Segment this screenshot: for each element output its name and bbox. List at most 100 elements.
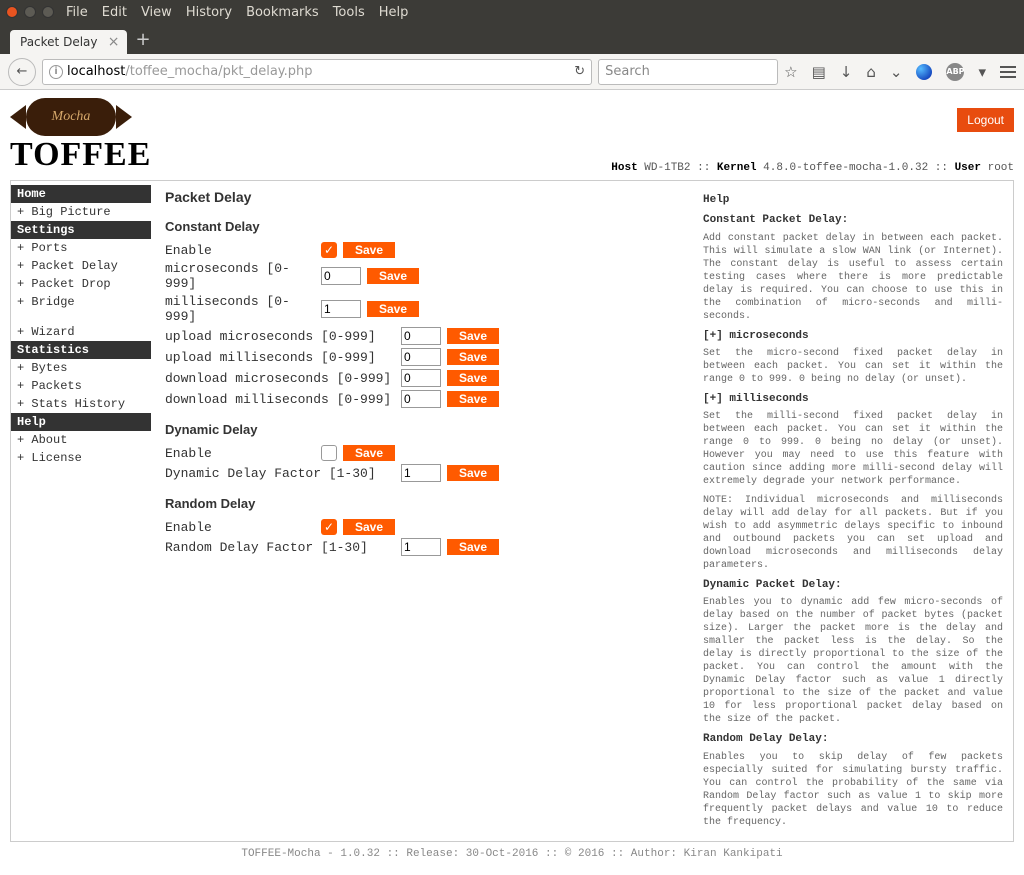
tab-title: Packet Delay: [20, 35, 97, 49]
navbar: ← i localhost/toffee_mocha/pkt_delay.php…: [0, 54, 1024, 90]
dn-milli-save[interactable]: Save: [447, 391, 499, 407]
random-enable-checkbox[interactable]: ✓: [321, 519, 337, 535]
downloads-icon[interactable]: ↓: [840, 63, 853, 81]
hamburger-menu-icon[interactable]: [1000, 66, 1016, 78]
dynamic-enable-label: Enable: [165, 446, 315, 461]
up-milli-label: upload milliseconds [0-999]: [165, 350, 395, 365]
menubar: File Edit View History Bookmarks Tools H…: [66, 5, 408, 20]
help-p6: Enables you to skip delay of few packets…: [703, 751, 1003, 829]
window-minimize-button[interactable]: [24, 6, 36, 18]
menu-file[interactable]: File: [66, 5, 88, 20]
milli-label: milliseconds [0-999]: [165, 294, 315, 324]
help-h1: Constant Packet Delay:: [703, 213, 1003, 227]
menu-bookmarks[interactable]: Bookmarks: [246, 5, 319, 20]
window-maximize-button[interactable]: [42, 6, 54, 18]
dynamic-delay-heading: Dynamic Delay: [165, 422, 679, 437]
page-title: Packet Delay: [165, 189, 679, 205]
micro-save[interactable]: Save: [367, 268, 419, 284]
milli-input[interactable]: [321, 300, 361, 318]
back-button[interactable]: ←: [8, 58, 36, 86]
url-text: localhost/toffee_mocha/pkt_delay.php: [67, 64, 313, 79]
random-enable-save[interactable]: Save: [343, 519, 395, 535]
browser-tab[interactable]: Packet Delay ×: [10, 30, 127, 54]
pocket-icon[interactable]: ⌄: [890, 63, 903, 81]
globe-icon[interactable]: [916, 64, 932, 80]
tabbar: Packet Delay × +: [0, 24, 1024, 54]
sidebar-item-packet-drop[interactable]: + Packet Drop: [11, 275, 151, 293]
dynamic-factor-input[interactable]: [401, 464, 441, 482]
sidebar-item-packets[interactable]: + Packets: [11, 377, 151, 395]
up-milli-save[interactable]: Save: [447, 349, 499, 365]
sidebar-item-stats-history[interactable]: + Stats History: [11, 395, 151, 413]
menu-help[interactable]: Help: [379, 5, 409, 20]
logout-button[interactable]: Logout: [957, 108, 1014, 132]
milli-save[interactable]: Save: [367, 301, 419, 317]
sidebar-item-wizard[interactable]: + Wizard: [11, 323, 151, 341]
micro-input[interactable]: [321, 267, 361, 285]
window-close-button[interactable]: [6, 6, 18, 18]
random-enable-label: Enable: [165, 520, 315, 535]
dn-milli-label: download milliseconds [0-999]: [165, 392, 395, 407]
window-titlebar: File Edit View History Bookmarks Tools H…: [0, 0, 1024, 24]
constant-delay-heading: Constant Delay: [165, 219, 679, 234]
sidebar-item-ports[interactable]: + Ports: [11, 239, 151, 257]
home-icon[interactable]: ⌂: [866, 63, 876, 81]
sidebar-head-help: Help: [11, 413, 151, 431]
random-delay-heading: Random Delay: [165, 496, 679, 511]
help-p5: Enables you to dynamic add few micro-sec…: [703, 596, 1003, 726]
menu-tools[interactable]: Tools: [333, 5, 365, 20]
random-factor-save[interactable]: Save: [447, 539, 499, 555]
dynamic-enable-checkbox[interactable]: ✓: [321, 445, 337, 461]
sidebar-item-bytes[interactable]: + Bytes: [11, 359, 151, 377]
up-milli-input[interactable]: [401, 348, 441, 366]
sidebar-item-packet-delay[interactable]: + Packet Delay: [11, 257, 151, 275]
footer: TOFFEE-Mocha - 1.0.32 :: Release: 30-Oct…: [10, 842, 1014, 866]
abp-icon[interactable]: ABP: [946, 63, 964, 81]
dn-micro-save[interactable]: Save: [447, 370, 499, 386]
up-micro-input[interactable]: [401, 327, 441, 345]
new-tab-button[interactable]: +: [135, 29, 150, 50]
sidebar-head-home[interactable]: Home: [11, 185, 151, 203]
up-micro-label: upload microseconds [0-999]: [165, 329, 395, 344]
random-factor-input[interactable]: [401, 538, 441, 556]
help-p3: Set the milli-second fixed packet delay …: [703, 410, 1003, 488]
menu-view[interactable]: View: [141, 5, 172, 20]
sidebar: Home + Big Picture Settings + Ports + Pa…: [11, 181, 151, 841]
help-h6: Random Delay Delay:: [703, 732, 1003, 746]
dn-milli-input[interactable]: [401, 390, 441, 408]
help-h3: [+] milliseconds: [703, 392, 1003, 406]
library-icon[interactable]: ▤: [812, 63, 826, 81]
reload-icon[interactable]: ↻: [574, 64, 585, 79]
sidebar-item-big-picture[interactable]: + Big Picture: [11, 203, 151, 221]
dn-micro-input[interactable]: [401, 369, 441, 387]
constant-enable-checkbox[interactable]: ✓: [321, 242, 337, 258]
url-bar[interactable]: i localhost/toffee_mocha/pkt_delay.php ↻: [42, 59, 592, 85]
sidebar-item-license[interactable]: + License: [11, 449, 151, 467]
dynamic-enable-save[interactable]: Save: [343, 445, 395, 461]
bookmark-star-icon[interactable]: ☆: [784, 63, 797, 81]
tab-close-icon[interactable]: ×: [108, 34, 120, 50]
constant-enable-save[interactable]: Save: [343, 242, 395, 258]
random-factor-label: Random Delay Factor [1-30]: [165, 540, 395, 555]
sidebar-head-settings: Settings: [11, 221, 151, 239]
menu-edit[interactable]: Edit: [102, 5, 127, 20]
help-h2: [+] microseconds: [703, 329, 1003, 343]
menu-history[interactable]: History: [186, 5, 232, 20]
up-micro-save[interactable]: Save: [447, 328, 499, 344]
help-p1: Add constant packet delay in between eac…: [703, 232, 1003, 323]
system-info: Host WD-1TB2 :: Kernel 4.8.0-toffee-moch…: [611, 162, 1014, 174]
sidebar-head-statistics: Statistics: [11, 341, 151, 359]
dropdown-icon[interactable]: ▾: [978, 63, 986, 81]
dn-micro-label: download microseconds [0-999]: [165, 371, 395, 386]
help-p2: Set the micro-second fixed packet delay …: [703, 347, 1003, 386]
micro-label: microseconds [0-999]: [165, 261, 315, 291]
help-p4: NOTE: Individual microseconds and millis…: [703, 494, 1003, 572]
sidebar-item-bridge[interactable]: + Bridge: [11, 293, 151, 311]
sidebar-item-about[interactable]: + About: [11, 431, 151, 449]
dynamic-factor-save[interactable]: Save: [447, 465, 499, 481]
search-bar[interactable]: Search: [598, 59, 778, 85]
info-icon[interactable]: i: [49, 65, 63, 79]
help-heading: Help: [703, 193, 1003, 207]
help-panel: Help Constant Packet Delay: Add constant…: [693, 181, 1013, 841]
constant-enable-label: Enable: [165, 243, 315, 258]
